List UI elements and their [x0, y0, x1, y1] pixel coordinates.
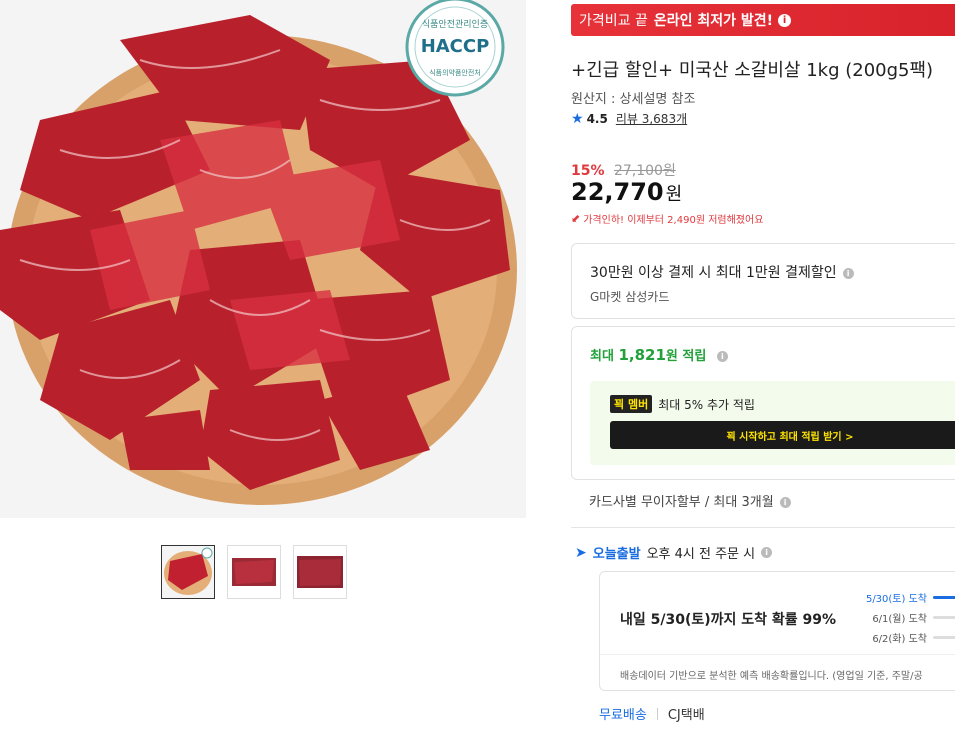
- discount-row: 15% 27,100원: [571, 160, 676, 180]
- price-down-icon: ⬋: [571, 212, 581, 225]
- rating-row: ★ 4.5 리뷰 3,683개: [571, 110, 687, 127]
- product-main-image: 식품안전관리인증 HACCP 식품의약품안전처: [0, 0, 526, 518]
- original-price: 27,100원: [613, 163, 676, 179]
- card-discount-title: 30만원 이상 결제 시 최대 1만원 결제할인 i: [590, 262, 854, 282]
- delivery-row: ➤ 오늘출발 오후 4시 전 주문 시 i: [575, 543, 773, 562]
- max-points-prefix: 최대: [590, 349, 614, 364]
- shipping-footer: 무료배송 CJ택배: [599, 704, 705, 723]
- meat-photo: 식품안전관리인증 HACCP 식품의약품안전처: [0, 0, 526, 518]
- divider: [571, 527, 955, 528]
- delivery-date-item: 6/1(월) 도착: [855, 607, 955, 627]
- probability-bar: [933, 615, 955, 619]
- free-shipping-label: 무료배송: [599, 708, 647, 723]
- member-start-button[interactable]: 꾁 시작하고 최대 적립 받기 >: [610, 421, 955, 449]
- today-ship-tag: 오늘출발: [592, 547, 641, 562]
- member-promo: 꾁 멤버 최대 5% 추가 적립 꾁 시작하고 최대 적립 받기 >: [590, 381, 955, 465]
- info-icon[interactable]: i: [716, 351, 728, 362]
- thumbnail-2[interactable]: [227, 545, 281, 599]
- banner-highlight: 온라인 최저가 발견!: [653, 13, 774, 29]
- installment-text: 카드사별 무이자할부 / 최대 3개월: [589, 495, 774, 510]
- discount-percent: 15%: [571, 163, 605, 179]
- thumbnail-image: [228, 546, 280, 598]
- delivery-probability: 내일 5/30(토)까지 도착 확률 99%: [620, 612, 837, 628]
- currency-label: 원: [665, 184, 683, 205]
- card-discount-card: G마켓 삼성카드: [590, 290, 670, 304]
- member-row: 꾁 멤버 최대 5% 추가 적립: [610, 395, 755, 413]
- haccp-seal: 식품안전관리인증 HACCP 식품의약품안전처: [405, 0, 505, 97]
- review-count-link[interactable]: 리뷰 3,683개: [616, 110, 687, 127]
- thumbnail-image: [162, 546, 214, 598]
- thumbnail-image: [294, 546, 346, 598]
- delivery-date-list: 5/30(토) 도착 6/1(월) 도착 6/2(화) 도착: [855, 587, 955, 647]
- probability-bar: [933, 595, 955, 599]
- truck-icon: ➤: [575, 544, 587, 561]
- svg-text:식품안전관리인증: 식품안전관리인증: [422, 19, 488, 30]
- info-icon[interactable]: i: [779, 497, 791, 508]
- svg-text:HACCP: HACCP: [421, 36, 490, 57]
- shipping-probability-box: 내일 5/30(토)까지 도착 확률 99% 5/30(토) 도착 6/1(월)…: [599, 571, 955, 691]
- max-points-suffix: 원 적립: [665, 349, 707, 364]
- info-icon[interactable]: i: [778, 13, 792, 27]
- svg-text:식품의약품안전처: 식품의약품안전처: [429, 68, 481, 77]
- banner-text: 가격비교 끝: [579, 13, 648, 29]
- max-points: 최대 1,821원 적립 i: [590, 345, 728, 364]
- probability-bar: [933, 635, 955, 639]
- thumbnail-1[interactable]: [161, 545, 215, 599]
- separator: [656, 707, 658, 720]
- delivery-date-item: 6/2(화) 도착: [855, 627, 955, 647]
- card-discount-line1: 30만원 이상 결제 시 최대 1만원 결제할인: [590, 265, 837, 281]
- info-icon[interactable]: i: [761, 547, 773, 558]
- info-icon[interactable]: i: [842, 267, 854, 279]
- delivery-note: 배송데이터 기반으로 분석한 예측 배송확률입니다. (영업일 기준, 주말/공: [600, 654, 955, 690]
- price-drop-note: ⬋ 가격인하! 이제부터 2,490원 저렴해졌어요: [571, 211, 763, 226]
- current-price-value: 22,770: [571, 178, 664, 206]
- product-origin: 원산지 : 상세설명 참조: [571, 92, 696, 107]
- product-info-panel: 가격비교 끝 온라인 최저가 발견! i +긴급 할인+ 미국산 소갈비살 1k…: [571, 0, 955, 731]
- max-points-amount: 1,821: [618, 346, 666, 364]
- delivery-date-label: 6/2(화) 도착: [872, 633, 927, 645]
- thumbnail-list: [161, 545, 347, 599]
- star-icon: ★: [571, 110, 584, 127]
- current-price: 22,770 원: [571, 178, 682, 206]
- card-discount-box[interactable]: 30만원 이상 결제 시 최대 1만원 결제할인 i G마켓 삼성카드: [571, 243, 955, 319]
- thumbnail-3[interactable]: [293, 545, 347, 599]
- rating-score: 4.5: [586, 111, 608, 126]
- delivery-date-label: 6/1(월) 도착: [872, 613, 927, 625]
- product-title: +긴급 할인+ 미국산 소갈비살 1kg (200g5팩): [571, 60, 934, 81]
- delivery-date-item: 5/30(토) 도착: [855, 587, 955, 607]
- member-badge: 꾁 멤버: [610, 395, 653, 413]
- price-drop-text: 가격인하! 이제부터 2,490원 저렴해졌어요: [583, 215, 764, 226]
- points-box: 최대 1,821원 적립 i 꾁 멤버 최대 5% 추가 적립 꾁 시작하고 최…: [571, 326, 955, 480]
- installment-info: 카드사별 무이자할부 / 최대 3개월 i: [589, 491, 791, 510]
- lowest-price-banner[interactable]: 가격비교 끝 온라인 최저가 발견! i: [571, 4, 955, 36]
- delivery-date-label: 5/30(토) 도착: [865, 593, 927, 605]
- member-text: 최대 5% 추가 적립: [658, 397, 755, 412]
- delivery-cutoff: 오후 4시 전 주문 시: [646, 547, 756, 562]
- carrier-label: CJ택배: [667, 708, 705, 723]
